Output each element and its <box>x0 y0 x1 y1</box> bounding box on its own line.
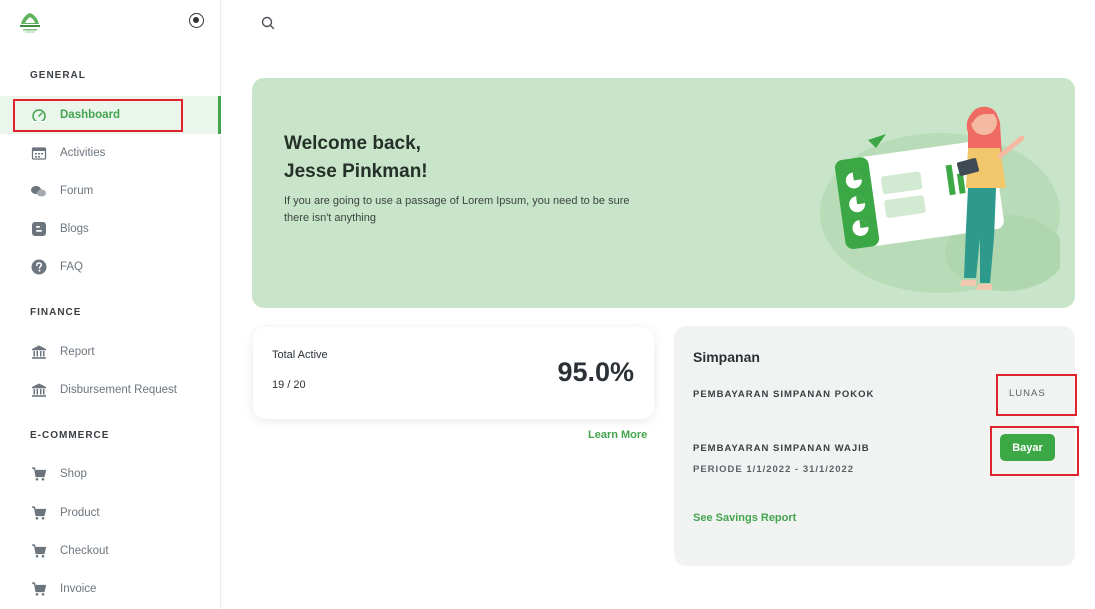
sidebar-item-blogs[interactable]: Blogs <box>0 210 221 248</box>
sidebar-item-label: Dashboard <box>60 109 121 121</box>
welcome-title: Welcome back, Jesse Pinkman! <box>284 130 428 186</box>
cart-icon <box>30 581 47 598</box>
sidebar-item-checkout[interactable]: Checkout <box>0 532 221 570</box>
sidebar-item-forum[interactable]: Forum <box>0 172 221 210</box>
simpanan-title: Simpanan <box>693 349 760 365</box>
sidebar-item-label: Checkout <box>60 545 109 557</box>
sidebar-item-activities[interactable]: Activities <box>0 134 221 172</box>
logo-icon[interactable] <box>17 10 43 34</box>
simpanan-wajib-period: PERIODE 1/1/2022 - 31/1/2022 <box>693 464 855 475</box>
sidebar-item-label: Blogs <box>60 223 89 235</box>
section-title-ecommerce: E-COMMERCE <box>30 430 110 441</box>
bank-icon <box>30 344 47 361</box>
sidebar-item-label: Report <box>60 346 95 358</box>
chat-bubbles-icon <box>30 183 47 200</box>
sidebar-item-dashboard[interactable]: Dashboard <box>0 96 221 134</box>
sidebar-item-faq[interactable]: FAQ <box>0 248 221 286</box>
welcome-text: If you are going to use a passage of Lor… <box>284 195 630 224</box>
bayar-button[interactable]: Bayar <box>1000 434 1055 461</box>
sidebar-item-label: Activities <box>60 147 106 159</box>
sidebar-item-disbursement-request[interactable]: Disbursement Request <box>0 371 221 409</box>
see-savings-report-link[interactable]: See Savings Report <box>693 512 796 524</box>
cart-icon <box>30 505 47 522</box>
sidebar: GENERAL Dashboard Activities Forum Blogs… <box>0 0 221 609</box>
sidebar-item-invoice[interactable]: Invoice <box>0 570 221 608</box>
sidebar-item-product[interactable]: Product <box>0 494 221 532</box>
welcome-user-name: Jesse Pinkman! <box>284 161 428 182</box>
sidebar-toggle-radio[interactable] <box>189 13 204 28</box>
total-active-title: Total Active <box>272 349 328 361</box>
sidebar-item-shop[interactable]: Shop <box>0 455 221 493</box>
sidebar-item-label: Product <box>60 507 100 519</box>
status-badge-lunas: LUNAS <box>1009 388 1046 399</box>
sidebar-item-label: FAQ <box>60 261 84 273</box>
sidebar-item-report[interactable]: Report <box>0 333 221 371</box>
cart-icon <box>30 466 47 483</box>
sidebar-item-label: Disbursement Request <box>60 384 177 396</box>
welcome-banner: Welcome back, Jesse Pinkman! If you are … <box>252 78 1075 308</box>
welcome-line-1: Welcome back, <box>284 133 421 154</box>
dashboard-gauge-icon <box>30 107 47 124</box>
total-active-card: Total Active 19 / 20 95.0% <box>253 327 654 419</box>
simpanan-wajib-label: PEMBAYARAN SIMPANAN WAJIB <box>693 443 870 454</box>
total-active-count: 19 / 20 <box>272 379 306 391</box>
blogger-icon <box>30 221 47 238</box>
search-icon[interactable] <box>260 15 276 31</box>
sidebar-item-label: Forum <box>60 185 94 197</box>
question-circle-icon <box>30 259 47 276</box>
sidebar-item-label: Shop <box>60 468 87 480</box>
learn-more-link[interactable]: Learn More <box>588 429 647 441</box>
sidebar-item-label: Invoice <box>60 583 97 595</box>
section-title-general: GENERAL <box>30 70 86 81</box>
bank-icon <box>30 382 47 399</box>
section-title-finance: FINANCE <box>30 307 82 318</box>
total-active-percent: 95.0% <box>557 357 634 387</box>
simpanan-pokok-label: PEMBAYARAN SIMPANAN POKOK <box>693 389 875 400</box>
calendar-icon <box>30 145 47 162</box>
cart-icon <box>30 543 47 560</box>
hero-illustration <box>800 88 1065 298</box>
